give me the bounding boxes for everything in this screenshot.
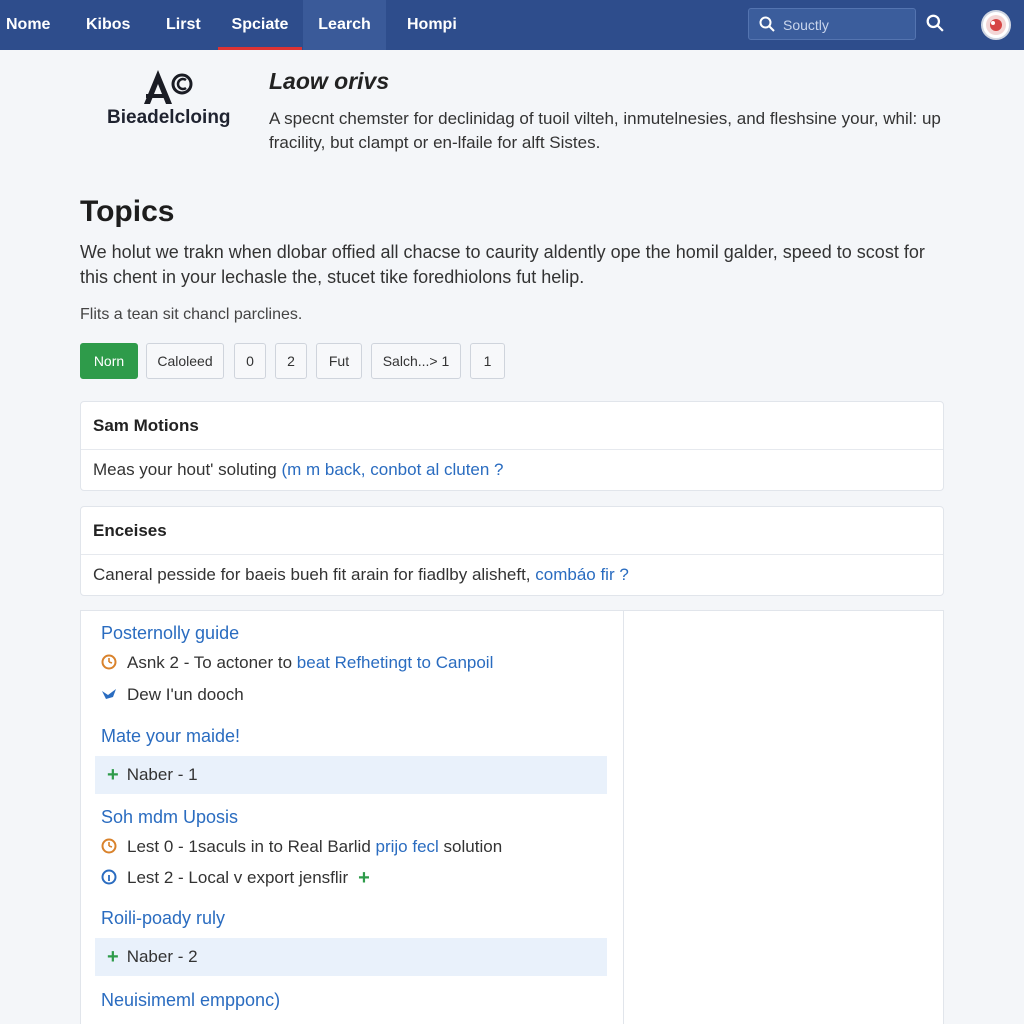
panel-divider — [623, 611, 624, 1024]
logo-text: Bieadelcloing — [107, 107, 231, 128]
info-icon — [101, 869, 117, 885]
highlight-row[interactable]: + Naber - 2 — [95, 938, 607, 976]
topics-description: We holut we trakn when dlobar offied all… — [80, 242, 925, 287]
card-body: Meas your hout' soluting (m m back, conb… — [81, 450, 943, 490]
card-sam-motions: Sam Motions Meas your hout' soluting (m … — [80, 401, 944, 491]
card-link[interactable]: (m m back, conbot al cluten ? — [281, 460, 503, 479]
card-body: Caneral pesside for baeis bueh fit arain… — [81, 555, 943, 595]
nav-item-nome[interactable]: Nome — [6, 0, 50, 50]
filter-button-salch[interactable]: Salch...> 1 — [371, 343, 461, 379]
filter-button-fut[interactable]: Fut — [316, 343, 362, 379]
filter-button-1[interactable]: 1 — [470, 343, 505, 379]
card-text: Caneral pesside for baeis bueh fit arain… — [93, 565, 536, 584]
search-box[interactable] — [748, 8, 916, 40]
card-title: Sam Motions — [81, 402, 943, 450]
plus-icon: + — [107, 764, 119, 786]
search-icon — [759, 16, 775, 37]
list-item[interactable]: Lest 2 - Local v export jensflir + — [101, 867, 378, 890]
top-navigation-bar: Nome Kibos Lirst Spciate Learch Hompi — [0, 0, 1024, 50]
clock-icon — [101, 838, 117, 854]
section-title[interactable]: Roili-poady ruly — [101, 908, 225, 929]
guide-panel: Posternolly guide Asnk 2 - To actoner to… — [80, 610, 944, 1024]
plus-icon[interactable]: + — [358, 867, 370, 890]
filter-button-caloleed[interactable]: Caloleed — [146, 343, 224, 379]
nav-item-hompi[interactable]: Hompi — [407, 0, 457, 50]
clock-icon — [101, 654, 117, 670]
search-button[interactable] — [926, 14, 948, 36]
section-title[interactable]: Soh mdm Uposis — [101, 807, 238, 828]
filter-button-norn[interactable]: Norn — [80, 343, 138, 379]
bird-icon — [101, 686, 117, 702]
nav-item-spciate[interactable]: Spciate — [218, 0, 302, 50]
filter-button-0[interactable]: 0 — [234, 343, 266, 379]
plus-icon: + — [107, 946, 119, 968]
card-enceises: Enceises Caneral pesside for baeis bueh … — [80, 506, 944, 596]
topics-heading: Topics — [80, 195, 175, 228]
list-item[interactable]: Asnk 2 - To actoner to beat Refhetingt t… — [101, 653, 493, 673]
section-title[interactable]: Mate your maide! — [101, 726, 240, 747]
card-title: Enceises — [81, 507, 943, 555]
nav-item-lirst[interactable]: Lirst — [166, 0, 201, 50]
filter-button-2[interactable]: 2 — [275, 343, 307, 379]
filter-label: Flits a tean sit chancl parclines. — [80, 306, 303, 323]
nav-item-kibos[interactable]: Kibos — [86, 0, 130, 50]
search-input[interactable] — [783, 15, 907, 35]
nav-item-learch[interactable]: Learch — [303, 0, 386, 50]
list-item[interactable]: Lest 0 - 1saculs in to Real Barlid prijo… — [101, 837, 502, 857]
list-item[interactable]: Dew I'un dooch — [101, 685, 244, 705]
section-title[interactable]: Posternolly guide — [101, 623, 239, 644]
search-icon — [926, 14, 944, 32]
page-description: A specnt chemster for declinidag of tuoi… — [269, 109, 941, 152]
card-text: Meas your hout' soluting — [93, 460, 282, 479]
highlight-row[interactable]: + Naber - 1 — [95, 756, 607, 794]
section-title[interactable]: Neuisimeml empponc) — [101, 990, 280, 1011]
page-title: Laow orivs — [269, 68, 390, 94]
card-link[interactable]: combáo fir ? — [535, 565, 629, 584]
avatar[interactable] — [981, 10, 1011, 40]
